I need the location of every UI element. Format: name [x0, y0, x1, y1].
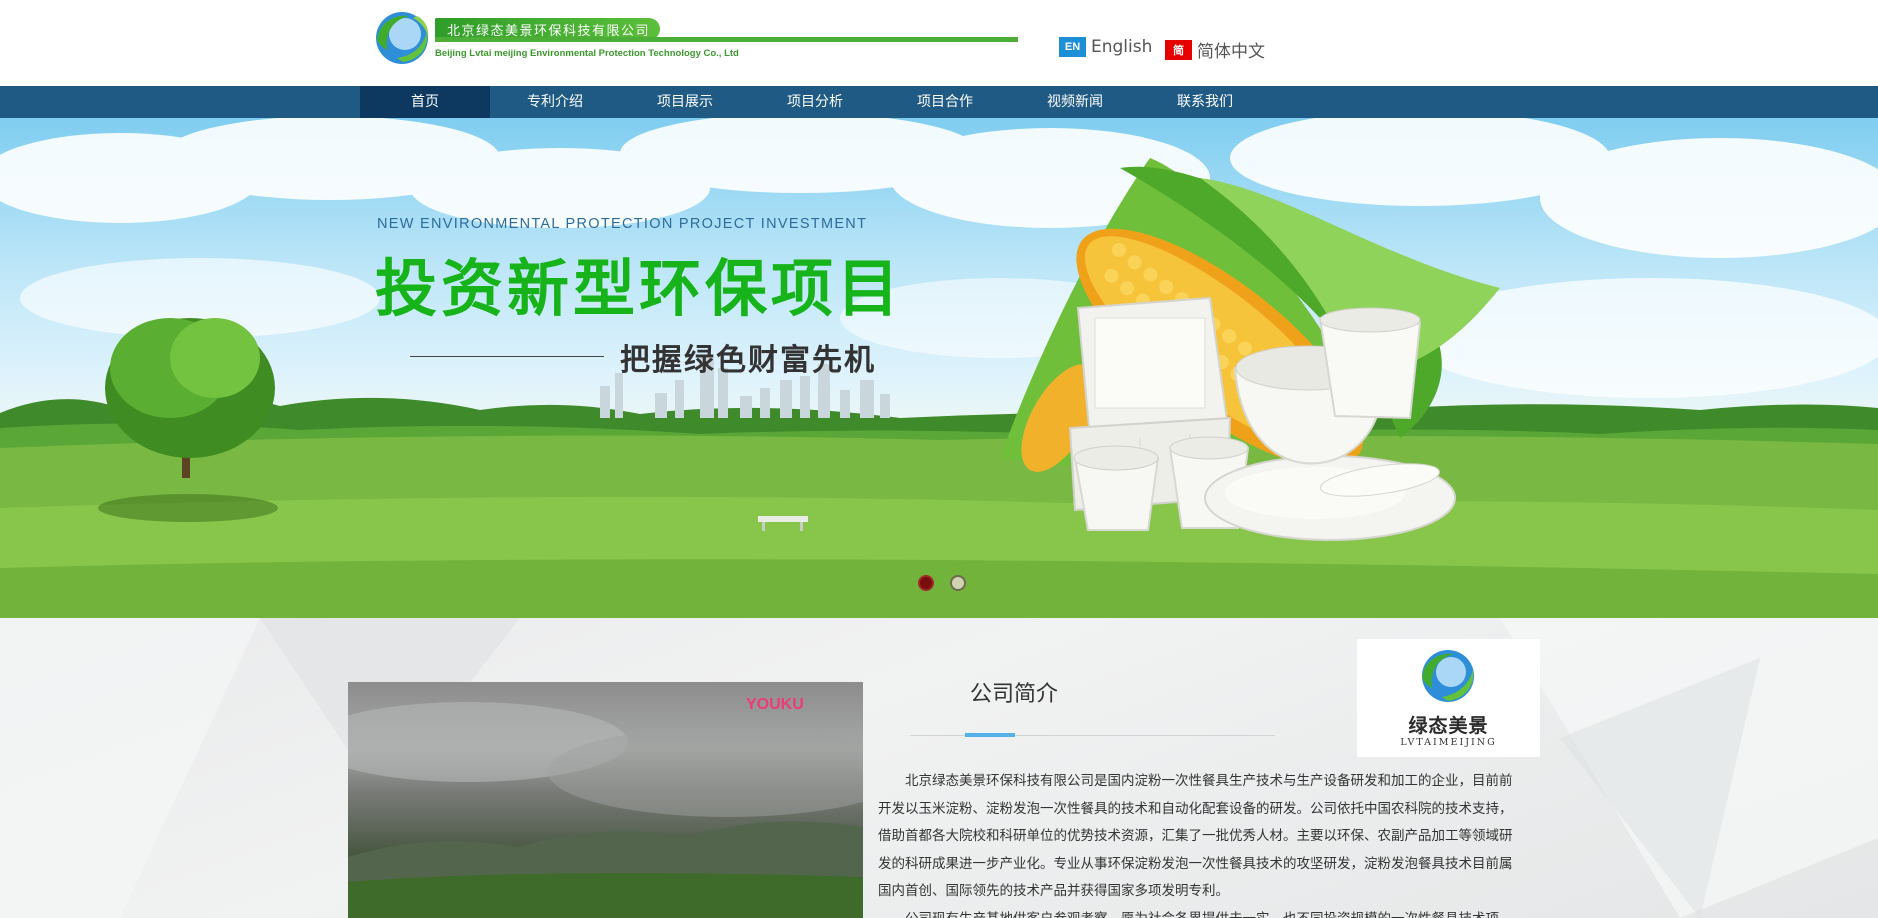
- main-nav: 首页 专利介绍 项目展示 项目分析 项目合作 视频新闻 联系我们: [0, 86, 1878, 118]
- language-label: English: [1091, 37, 1153, 57]
- about-paragraph: 公司现有生产基地供客户参观考察，愿为社会各界提供去一实，也不同投资规模的一次性餐…: [878, 906, 1524, 918]
- language-english-link[interactable]: EN English: [1059, 37, 1152, 57]
- site-header: 北京绿态美景环保科技有限公司 Beijing Lvtai meijing Env…: [0, 0, 1878, 86]
- banner-title: 投资新型环保项目: [375, 252, 904, 325]
- slider-dot-1[interactable]: [918, 575, 934, 591]
- en-flag-icon: EN: [1059, 37, 1086, 57]
- about-description: 北京绿态美景环保科技有限公司是国内淀粉一次性餐具生产技术与生产设备研发和加工的企…: [878, 768, 1524, 918]
- company-video-player[interactable]: YOUKU: [348, 682, 863, 918]
- logo-company-name-en: Beijing Lvtai meijing Environmental Prot…: [435, 48, 739, 59]
- cn-flag-icon: 简: [1165, 39, 1192, 60]
- about-paragraph: 北京绿态美景环保科技有限公司是国内淀粉一次性餐具生产技术与生产设备研发和加工的企…: [878, 773, 1513, 899]
- video-thumbnail: [348, 702, 863, 918]
- nav-item-home[interactable]: 首页: [360, 86, 490, 118]
- slider-dot-2[interactable]: [950, 575, 966, 591]
- nav-item-contact[interactable]: 联系我们: [1140, 86, 1270, 118]
- banner-tagline: 把握绿色财富先机: [620, 343, 876, 378]
- nav-item-video-news[interactable]: 视频新闻: [1010, 86, 1140, 118]
- company-logo[interactable]: 北京绿态美景环保科技有限公司 Beijing Lvtai meijing Env…: [373, 8, 1018, 68]
- about-title: 公司简介: [970, 682, 1059, 707]
- brand-name-cn: 绿态美景: [1408, 715, 1489, 737]
- brand-logo-card: 绿态美景 LVTAIMEIJING: [1357, 639, 1540, 757]
- nav-item-cooperation[interactable]: 项目合作: [880, 86, 1010, 118]
- banner-landscape-illustration: [0, 118, 1878, 618]
- nav-item-analysis[interactable]: 项目分析: [750, 86, 880, 118]
- hero-banner[interactable]: NEW ENVIRONMENTAL PROTECTION PROJECT INV…: [0, 118, 1878, 618]
- language-chinese-link[interactable]: 简 简体中文: [1165, 37, 1265, 62]
- globe-logo-icon: [376, 12, 429, 64]
- nav-item-patents[interactable]: 专利介绍: [490, 86, 620, 118]
- about-section: YOUKU 公司简介 北京绿态美景环保科技有限公司是国内淀粉一次性餐具生产技术与…: [0, 618, 1878, 918]
- youku-logo: YOUKU: [746, 696, 804, 713]
- logo-company-name-cn: 北京绿态美景环保科技有限公司: [447, 24, 651, 39]
- about-divider-accent: [965, 733, 1015, 737]
- language-label: 简体中文: [1197, 42, 1265, 62]
- nav-item-projects[interactable]: 项目展示: [620, 86, 750, 118]
- globe-logo-icon: [1422, 650, 1474, 702]
- banner-subtitle-en: NEW ENVIRONMENTAL PROTECTION PROJECT INV…: [377, 216, 868, 232]
- banner-divider: [410, 356, 604, 357]
- brand-name-en: LVTAIMEIJING: [1400, 737, 1497, 748]
